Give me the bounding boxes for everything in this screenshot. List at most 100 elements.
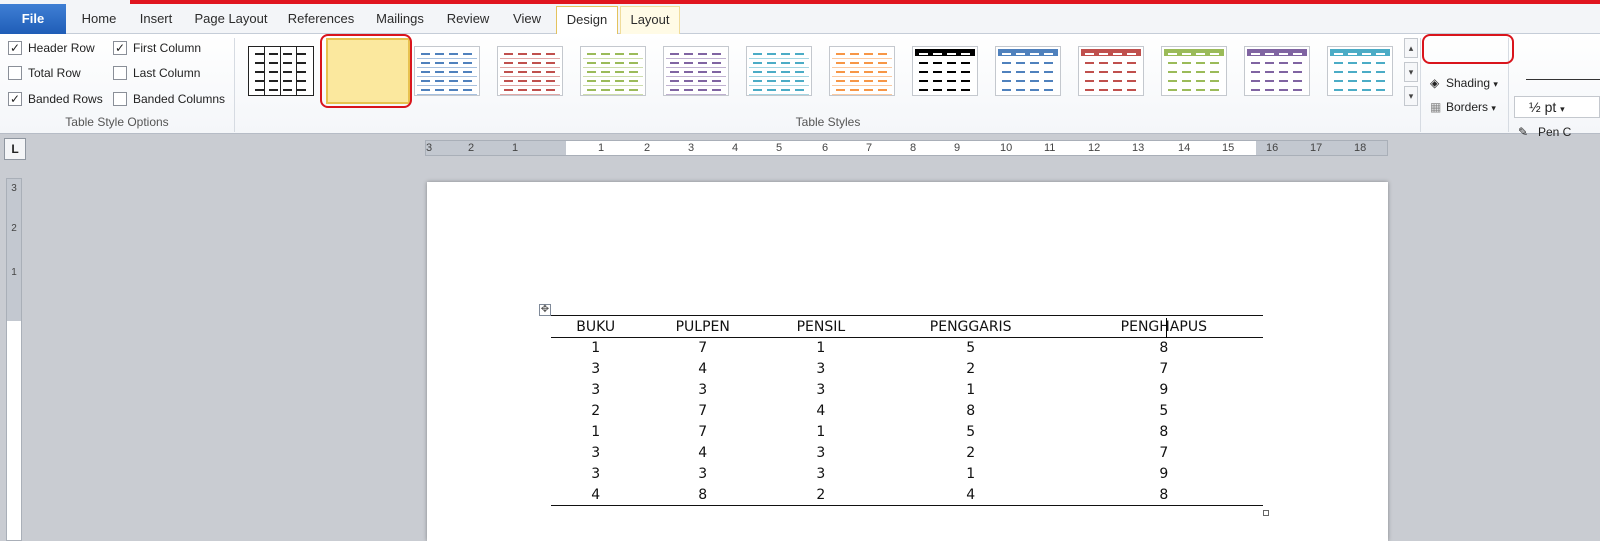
table-header-cell[interactable]: PENSIL bbox=[765, 316, 877, 338]
table-header-cell[interactable]: BUKU bbox=[551, 316, 640, 338]
banded-rows-checkbox[interactable]: ✓ Banded Rows bbox=[8, 91, 103, 107]
last-column-checkbox[interactable]: Last Column bbox=[113, 65, 200, 81]
table-cell[interactable]: 9 bbox=[1065, 380, 1263, 401]
table-cell[interactable]: 5 bbox=[877, 422, 1065, 443]
gallery-scroll-up-icon[interactable]: ▴ bbox=[1404, 38, 1418, 58]
table-cell[interactable]: 4 bbox=[551, 485, 640, 506]
gallery-scroll-down-icon[interactable]: ▾ bbox=[1404, 62, 1418, 82]
table-cell[interactable]: 4 bbox=[877, 485, 1065, 506]
table-style-thumbnail[interactable] bbox=[912, 46, 978, 96]
table-cell[interactable]: 3 bbox=[765, 359, 877, 380]
table-cell[interactable]: 3 bbox=[551, 443, 640, 464]
table-cell[interactable]: 1 bbox=[877, 380, 1065, 401]
table-cell[interactable]: 2 bbox=[877, 359, 1065, 380]
table-style-thumbnail[interactable] bbox=[497, 46, 563, 96]
table-cell[interactable]: 1 bbox=[765, 422, 877, 443]
table-cell[interactable]: 8 bbox=[877, 401, 1065, 422]
total-row-checkbox[interactable]: Total Row bbox=[8, 65, 81, 81]
tab-page-layout[interactable]: Page Layout bbox=[188, 6, 274, 34]
tab-selector-button[interactable]: L bbox=[4, 138, 26, 160]
table-cell[interactable]: 7 bbox=[640, 401, 765, 422]
style-row-line bbox=[583, 76, 643, 77]
table-style-thumbnail[interactable] bbox=[1161, 46, 1227, 96]
table-header-cell[interactable]: PENGHAPUS bbox=[1065, 316, 1263, 338]
tab-insert[interactable]: Insert bbox=[128, 6, 184, 34]
pen-color-button[interactable]: ✎ Pen C bbox=[1518, 124, 1571, 140]
table-cell[interactable]: 1 bbox=[877, 464, 1065, 485]
contextual-tab-highlight bbox=[130, 0, 1600, 4]
table-cell[interactable]: 4 bbox=[640, 359, 765, 380]
chevron-down-icon: ▾ bbox=[1560, 104, 1565, 114]
table-header-cell[interactable]: PULPEN bbox=[640, 316, 765, 338]
table-style-thumbnail[interactable] bbox=[414, 46, 480, 96]
table-cell[interactable]: 5 bbox=[1065, 401, 1263, 422]
table-cell[interactable]: 3 bbox=[551, 359, 640, 380]
table-style-thumbnail[interactable] bbox=[829, 46, 895, 96]
shading-button[interactable]: ◈ Shading ▾ bbox=[1430, 74, 1498, 92]
table-move-handle-icon[interactable]: ✥ bbox=[539, 304, 551, 316]
table-cell[interactable]: 3 bbox=[640, 464, 765, 485]
table-cell[interactable]: 8 bbox=[1065, 338, 1263, 359]
table-style-thumbnail[interactable] bbox=[1327, 46, 1393, 96]
table-style-thumbnail[interactable] bbox=[995, 46, 1061, 96]
gallery-more-icon[interactable]: ▾ bbox=[1404, 86, 1418, 106]
table-cell[interactable]: 4 bbox=[765, 401, 877, 422]
table-cell[interactable]: 2 bbox=[551, 401, 640, 422]
style-row-line bbox=[583, 67, 643, 68]
vertical-ruler[interactable]: 3 2 1 bbox=[6, 178, 22, 541]
table-resize-handle[interactable] bbox=[1263, 510, 1269, 516]
table-cell[interactable]: 8 bbox=[640, 485, 765, 506]
table-cell[interactable]: 9 bbox=[1065, 464, 1263, 485]
table-cell[interactable]: 3 bbox=[765, 380, 877, 401]
table-cell[interactable]: 3 bbox=[551, 464, 640, 485]
tab-file[interactable]: File bbox=[0, 4, 66, 34]
tab-design[interactable]: Design bbox=[556, 6, 618, 34]
table-cell[interactable]: 1 bbox=[551, 338, 640, 359]
table-cell[interactable]: 1 bbox=[551, 422, 640, 443]
table-style-thumbnail[interactable] bbox=[1078, 46, 1144, 96]
ruler-number: 2 bbox=[11, 223, 17, 234]
chevron-down-icon: ▾ bbox=[1491, 103, 1496, 113]
style-row-line bbox=[500, 94, 560, 95]
pen-weight-dropdown[interactable]: ½ pt ▾ bbox=[1514, 96, 1600, 118]
ruler-number: 14 bbox=[1178, 142, 1191, 154]
tab-view[interactable]: View bbox=[502, 6, 552, 34]
table-cell[interactable]: 7 bbox=[1065, 443, 1263, 464]
table-cell[interactable]: 7 bbox=[640, 422, 765, 443]
first-column-checkbox[interactable]: ✓ First Column bbox=[113, 40, 201, 56]
document-table[interactable]: BUKU PULPEN PENSIL PENGGARIS PENGHAPUS 17158… bbox=[551, 315, 1263, 506]
table-cell[interactable]: 7 bbox=[1065, 359, 1263, 380]
tab-review[interactable]: Review bbox=[438, 6, 498, 34]
tab-home[interactable]: Home bbox=[72, 6, 126, 34]
style-row-preview bbox=[504, 53, 556, 55]
document-page[interactable]: ✥ BUKU PULPEN PENSIL PENGGARIS PENGHAPUS 171… bbox=[427, 182, 1388, 541]
table-cell[interactable]: 2 bbox=[765, 485, 877, 506]
table-cell[interactable]: 2 bbox=[877, 443, 1065, 464]
table-cell[interactable]: 8 bbox=[1065, 422, 1263, 443]
table-cell[interactable]: 4 bbox=[640, 443, 765, 464]
tab-references[interactable]: References bbox=[280, 6, 362, 34]
horizontal-ruler[interactable]: 3 2 1 1 2 3 4 5 6 7 8 9 10 11 12 13 14 15 16 17 18 bbox=[425, 140, 1388, 156]
table-cell[interactable]: 3 bbox=[551, 380, 640, 401]
header-row-checkbox[interactable]: ✓ Header Row bbox=[8, 40, 95, 56]
table-cell[interactable]: 8 bbox=[1065, 485, 1263, 506]
checkbox-checked-icon: ✓ bbox=[8, 92, 22, 106]
tab-layout[interactable]: Layout bbox=[620, 6, 680, 34]
table-cell[interactable]: 1 bbox=[765, 338, 877, 359]
table-style-thumbnail[interactable] bbox=[663, 46, 729, 96]
table-style-thumbnail[interactable] bbox=[248, 46, 314, 96]
table-cell[interactable]: 5 bbox=[877, 338, 1065, 359]
table-cell[interactable]: 3 bbox=[765, 464, 877, 485]
line-style-dropdown[interactable] bbox=[1526, 79, 1600, 80]
table-style-thumbnail[interactable] bbox=[1244, 46, 1310, 96]
table-cell[interactable]: 3 bbox=[640, 380, 765, 401]
table-style-thumbnail[interactable] bbox=[746, 46, 812, 96]
table-cell[interactable]: 3 bbox=[765, 443, 877, 464]
table-cell[interactable]: 7 bbox=[640, 338, 765, 359]
tab-mailings[interactable]: Mailings bbox=[366, 6, 434, 34]
style-row-preview bbox=[255, 53, 307, 55]
banded-columns-checkbox[interactable]: Banded Columns bbox=[113, 91, 225, 107]
borders-button[interactable]: ▦ Borders ▾ bbox=[1430, 98, 1496, 116]
table-style-thumbnail[interactable] bbox=[580, 46, 646, 96]
table-header-cell[interactable]: PENGGARIS bbox=[877, 316, 1065, 338]
